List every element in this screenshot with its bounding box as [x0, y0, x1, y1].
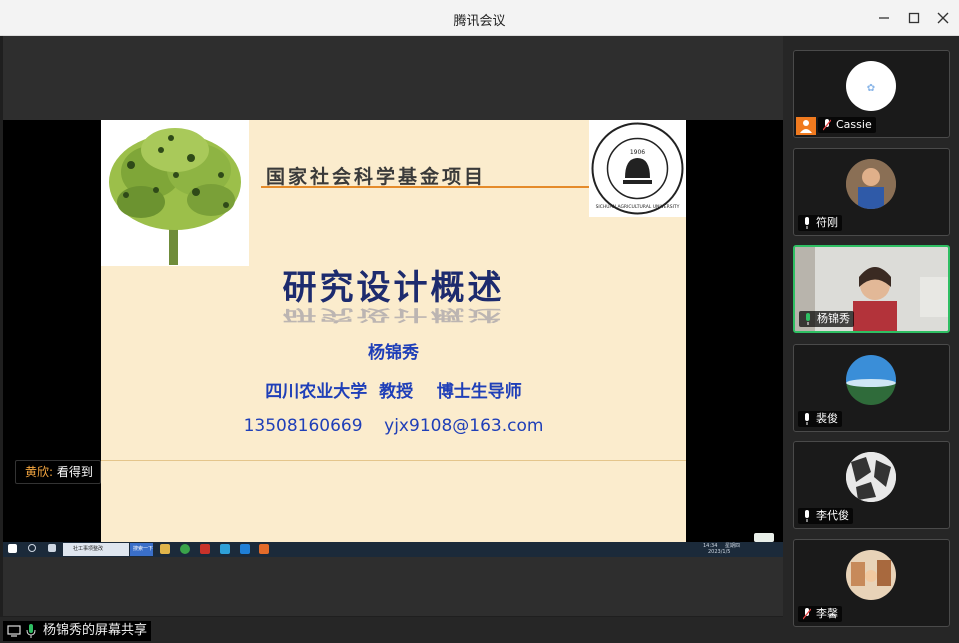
- participant-name: 杨锦秀: [799, 311, 854, 327]
- slide-divider: [101, 460, 686, 461]
- mic-speaking-icon: [806, 313, 810, 325]
- search-icon: [28, 544, 36, 552]
- taskbar-task-search: 搜索一下: [130, 543, 153, 556]
- windows-start-icon: [8, 544, 17, 553]
- media-player-icon: [259, 544, 269, 554]
- participant-name: 裴俊: [798, 411, 842, 427]
- presenter-contact: 13508160669 yjx9108@163.com: [243, 416, 544, 436]
- mic-muted-icon: [823, 119, 831, 131]
- maximize-button[interactable]: [904, 8, 924, 28]
- participant-name: Cassie: [818, 117, 876, 133]
- minimize-icon: [879, 17, 889, 19]
- slide-title: 研究设计概述: [282, 268, 505, 308]
- participant-name: 李代俊: [798, 508, 853, 524]
- participant-tile[interactable]: 李代俊: [793, 441, 950, 529]
- presenter-name: 杨锦秀: [368, 343, 419, 363]
- screen-share-icon: [7, 625, 21, 637]
- chat-bubble[interactable]: 黄欣: 看得到: [15, 460, 101, 484]
- seal-year: 1906: [630, 149, 645, 156]
- slide-heading: 国家社会科学基金项目: [266, 166, 487, 188]
- svg-text:✿: ✿: [867, 83, 875, 94]
- presentation-slide: 国家社会科学基金项目 1906 SICHUAN AGRICULTURAL UNI…: [101, 120, 686, 542]
- tree-image: [101, 120, 249, 266]
- folder-icon: [160, 544, 170, 554]
- mic-icon: [805, 510, 809, 522]
- close-icon: [937, 12, 949, 24]
- mic-icon: [805, 217, 809, 229]
- mic-icon: [805, 413, 809, 425]
- participant-tile-active-speaker[interactable]: 杨锦秀: [793, 245, 950, 333]
- chat-message: 看得到: [56, 465, 93, 479]
- avatar: ✿: [846, 61, 896, 111]
- title-bar: 腾讯会议: [0, 0, 959, 36]
- participant-name: 符刚: [798, 215, 842, 231]
- maximize-icon: [908, 12, 920, 24]
- share-label: 杨锦秀的屏幕共享: [43, 623, 148, 638]
- close-button[interactable]: [933, 8, 953, 28]
- minimize-button[interactable]: [874, 8, 894, 28]
- host-icon: [796, 117, 816, 135]
- participant-tile[interactable]: 裴俊: [793, 344, 950, 432]
- participant-tile[interactable]: ✿ Cassie: [793, 50, 950, 138]
- avatar: [846, 159, 896, 209]
- university-seal: 1906 SICHUAN AGRICULTURAL UNIVERSITY: [589, 120, 686, 217]
- seal-text: SICHUAN AGRICULTURAL UNIVERSITY: [596, 204, 680, 210]
- presenter-affiliation: 四川农业大学 教授 博士生导师: [265, 382, 522, 402]
- taskbar-clock-date: 2023/1/5: [708, 549, 731, 555]
- avatar: [846, 452, 896, 502]
- mic-muted-icon: [803, 608, 811, 620]
- window-title: 腾讯会议: [453, 14, 506, 29]
- meeting-app-icon: [240, 544, 250, 554]
- screen-share-indicator[interactable]: 杨锦秀的屏幕共享: [3, 621, 151, 641]
- taskbar-task-doc: 社工事项整改: [63, 543, 129, 556]
- avatar: [846, 355, 896, 405]
- wps-icon: [200, 544, 210, 554]
- slide-title-reflection: 研究设计概述: [282, 305, 505, 324]
- participant-tile[interactable]: 符刚: [793, 148, 950, 236]
- avatar: [846, 550, 896, 600]
- tray-popup-icon: [754, 533, 774, 542]
- participant-name: 李馨: [798, 606, 842, 622]
- app-icon: [220, 544, 230, 554]
- browser-icon: [180, 544, 190, 554]
- mic-icon: [26, 624, 36, 638]
- shared-taskbar: 社工事项整改 搜索一下 14:34 星期四 2023/1/5: [3, 542, 783, 557]
- participant-tile[interactable]: 李馨: [793, 539, 950, 627]
- chat-sender: 黄欣:: [25, 465, 54, 479]
- settings-icon: [48, 544, 56, 552]
